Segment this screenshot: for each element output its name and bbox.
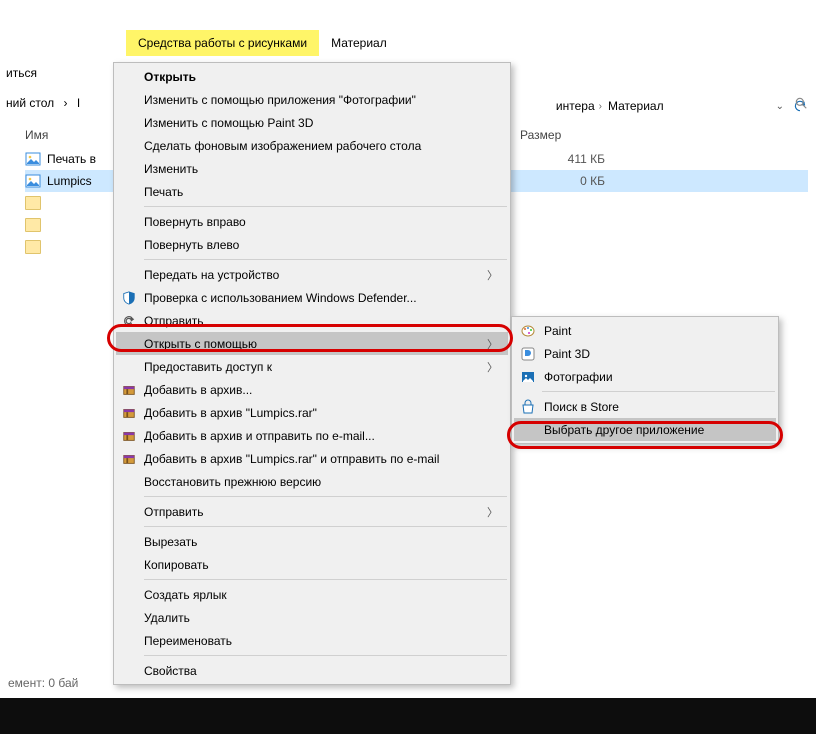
- tab-picture-tools[interactable]: Средства работы с рисунками: [126, 30, 319, 56]
- photos-icon: [520, 369, 536, 385]
- share-icon: [121, 313, 137, 329]
- ctx-rename[interactable]: Переименовать: [116, 629, 508, 652]
- separator: [144, 259, 507, 260]
- shield-icon: [121, 290, 137, 306]
- ctx-open-with[interactable]: Открыть с помощью〉: [116, 332, 508, 355]
- ctx-cut[interactable]: Вырезать: [116, 530, 508, 553]
- ctx-give-access[interactable]: Предоставить доступ к〉: [116, 355, 508, 378]
- bottom-bar: [0, 698, 816, 734]
- tab-material[interactable]: Материал: [319, 30, 399, 56]
- ctx-edit[interactable]: Изменить: [116, 157, 508, 180]
- ribbon-tabs: Средства работы с рисунками Материал: [126, 30, 399, 56]
- separator: [542, 391, 775, 392]
- breadcrumb-dropdown-icon[interactable]: ⌄: [776, 101, 784, 112]
- chevron-right-icon: 〉: [487, 359, 498, 375]
- ctx-delete[interactable]: Удалить: [116, 606, 508, 629]
- image-icon: [25, 151, 41, 167]
- chevron-right-icon: 〉: [487, 267, 498, 283]
- winrar-icon: [121, 451, 137, 467]
- open-with-submenu: Paint Paint 3D Фотографии Поиск в Store …: [511, 316, 779, 444]
- sub-choose-app[interactable]: Выбрать другое приложение: [514, 418, 776, 441]
- paint3d-icon: [520, 346, 536, 362]
- ctx-add-email[interactable]: Добавить в архив и отправить по e-mail..…: [116, 424, 508, 447]
- image-icon: [25, 173, 41, 189]
- winrar-icon: [121, 428, 137, 444]
- sub-store[interactable]: Поиск в Store: [514, 395, 776, 418]
- folder-icon: [25, 218, 41, 232]
- share-label-fragment: иться: [6, 66, 37, 80]
- separator: [144, 496, 507, 497]
- search-icon[interactable]: [794, 96, 808, 110]
- ctx-add-lumpics[interactable]: Добавить в архив "Lumpics.rar": [116, 401, 508, 424]
- separator: [144, 206, 507, 207]
- file-size: 411 КБ: [525, 152, 625, 166]
- file-size: 0 КБ: [525, 174, 625, 188]
- ctx-share[interactable]: Отправить: [116, 309, 508, 332]
- status-bar: емент: 0 бай: [8, 676, 78, 690]
- ctx-send-to[interactable]: Отправить〉: [116, 500, 508, 523]
- ctx-rotate-left[interactable]: Повернуть влево: [116, 233, 508, 256]
- separator: [144, 655, 507, 656]
- separator: [144, 526, 507, 527]
- winrar-icon: [121, 382, 137, 398]
- ctx-print[interactable]: Печать: [116, 180, 508, 203]
- breadcrumb-printer[interactable]: интера›: [556, 99, 606, 113]
- ctx-defender[interactable]: Проверка с использованием Windows Defend…: [116, 286, 508, 309]
- paint-icon: [520, 323, 536, 339]
- ctx-edit-paint3d[interactable]: Изменить с помощью Paint 3D: [116, 111, 508, 134]
- ctx-edit-photos[interactable]: Изменить с помощью приложения "Фотографи…: [116, 88, 508, 111]
- sub-paint[interactable]: Paint: [514, 319, 776, 342]
- ctx-cast[interactable]: Передать на устройство〉: [116, 263, 508, 286]
- ctx-set-wallpaper[interactable]: Сделать фоновым изображением рабочего ст…: [116, 134, 508, 157]
- folder-icon: [25, 240, 41, 254]
- ctx-rotate-right[interactable]: Повернуть вправо: [116, 210, 508, 233]
- ctx-copy[interactable]: Копировать: [116, 553, 508, 576]
- sub-paint3d[interactable]: Paint 3D: [514, 342, 776, 365]
- ctx-add-lumpics-email[interactable]: Добавить в архив "Lumpics.rar" и отправи…: [116, 447, 508, 470]
- separator: [144, 579, 507, 580]
- store-icon: [520, 399, 536, 415]
- sub-photos[interactable]: Фотографии: [514, 365, 776, 388]
- breadcrumb-material[interactable]: Материал: [608, 99, 664, 113]
- folder-icon: [25, 196, 41, 210]
- chevron-right-icon: 〉: [487, 336, 498, 352]
- winrar-icon: [121, 405, 137, 421]
- context-menu: Открыть Изменить с помощью приложения "Ф…: [113, 62, 511, 685]
- ctx-shortcut[interactable]: Создать ярлык: [116, 583, 508, 606]
- ctx-restore[interactable]: Восстановить прежнюю версию: [116, 470, 508, 493]
- ctx-open[interactable]: Открыть: [116, 65, 508, 88]
- ctx-properties[interactable]: Свойства: [116, 659, 508, 682]
- chevron-right-icon: 〉: [487, 504, 498, 520]
- column-size[interactable]: Размер: [520, 128, 620, 142]
- ctx-add-archive[interactable]: Добавить в архив...: [116, 378, 508, 401]
